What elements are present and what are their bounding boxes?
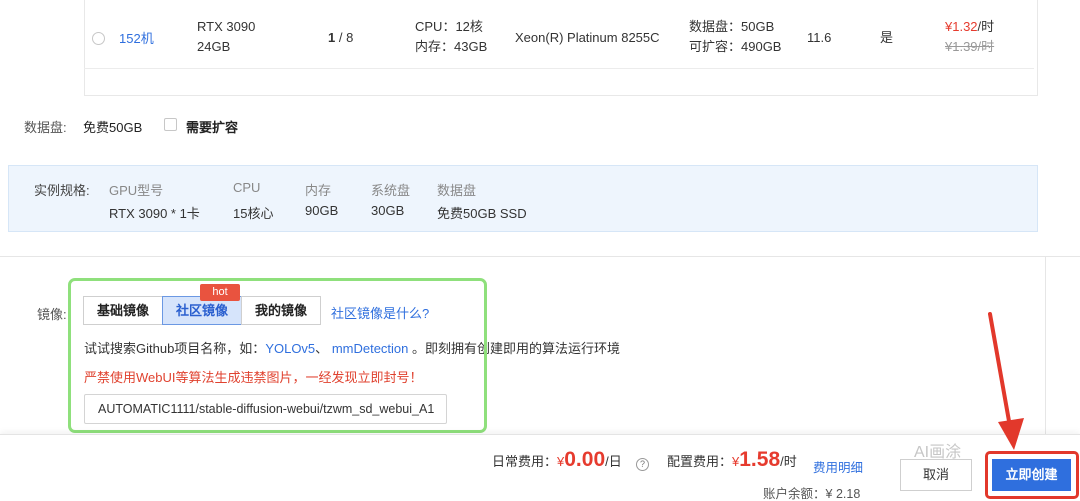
- highlight-box-create: [985, 451, 1079, 499]
- balance-label: 账户余额：: [763, 487, 826, 501]
- help-icon[interactable]: ?: [636, 458, 649, 471]
- spec-head-gpu: GPU型号: [109, 183, 164, 198]
- data-disk-free: 免费50GB: [83, 120, 143, 135]
- availability-flag: 是: [880, 30, 894, 45]
- daily-cost-currency: ¥: [557, 454, 565, 469]
- spec-value-gpu: RTX 3090 * 1卡: [109, 206, 200, 221]
- cpu-model: Xeon(R) Platinum 8255C: [515, 30, 660, 45]
- gpu-sep: /: [335, 30, 347, 45]
- image-label: 镜像:: [37, 307, 67, 322]
- daily-cost-unit: /日: [605, 454, 622, 469]
- spec-head-data-disk: 数据盘: [437, 183, 477, 198]
- section-divider: [0, 256, 1080, 257]
- spec-value-system-disk: 30GB: [371, 203, 405, 218]
- config-cost-currency: ¥: [732, 454, 740, 469]
- cost-detail-link[interactable]: 费用明细: [813, 457, 863, 476]
- gpu-memory: 24GB: [197, 39, 231, 54]
- card-edge: [1045, 256, 1046, 436]
- daily-cost-value: 0.00: [564, 448, 606, 471]
- spec-value-memory: 90GB: [305, 203, 339, 218]
- current-price: ¥1.32/时: [945, 17, 994, 37]
- spec-head-memory: 内存: [305, 183, 332, 198]
- machine-name-link[interactable]: 152机: [119, 28, 154, 47]
- cancel-button[interactable]: 取消: [900, 459, 972, 491]
- daily-cost-label: 日常费用：: [492, 454, 558, 469]
- cpu-cores: CPU：12核: [415, 19, 483, 34]
- config-cost-label: 配置费用：: [667, 454, 733, 469]
- expandable-size: 可扩容：490GB: [689, 39, 782, 54]
- balance-value: ¥ 2.18: [825, 487, 861, 501]
- expand-checkbox[interactable]: [164, 118, 177, 131]
- gpu-availability: 1 / 8: [328, 28, 353, 48]
- gpu-model: RTX 3090: [197, 19, 256, 34]
- highlight-box-image: [68, 278, 487, 433]
- config-cost: 配置费用： ¥ 1.58 /时: [667, 448, 797, 472]
- memory-size: 内存：43GB: [415, 39, 488, 54]
- machine-radio[interactable]: [92, 32, 105, 45]
- original-price: ¥1.39/时: [945, 39, 995, 54]
- daily-cost: 日常费用： ¥ 0.00 /日: [492, 448, 622, 472]
- data-disk-size: 数据盘：50GB: [689, 19, 775, 34]
- gpu-total-count: 8: [346, 30, 354, 45]
- annotation-arrow-icon: [988, 312, 1024, 450]
- spec-head-cpu: CPU: [233, 180, 261, 195]
- price-unit: /时: [977, 19, 995, 34]
- price-value: ¥1.32: [945, 19, 978, 34]
- table-row-divider: [84, 68, 1034, 69]
- expand-label[interactable]: 需要扩容: [186, 117, 238, 136]
- cuda-version: 11.6: [807, 30, 832, 45]
- data-disk-label: 数据盘:: [24, 120, 67, 135]
- config-cost-value: 1.58: [739, 448, 781, 471]
- spec-value-data-disk: 免费50GB SSD: [437, 206, 527, 221]
- config-cost-unit: /时: [780, 454, 797, 469]
- spec-value-cpu: 15核心: [233, 206, 274, 221]
- account-balance: 账户余额：¥ 2.18: [763, 483, 860, 501]
- spec-label: 实例规格:: [34, 183, 90, 198]
- spec-head-system-disk: 系统盘: [371, 183, 411, 198]
